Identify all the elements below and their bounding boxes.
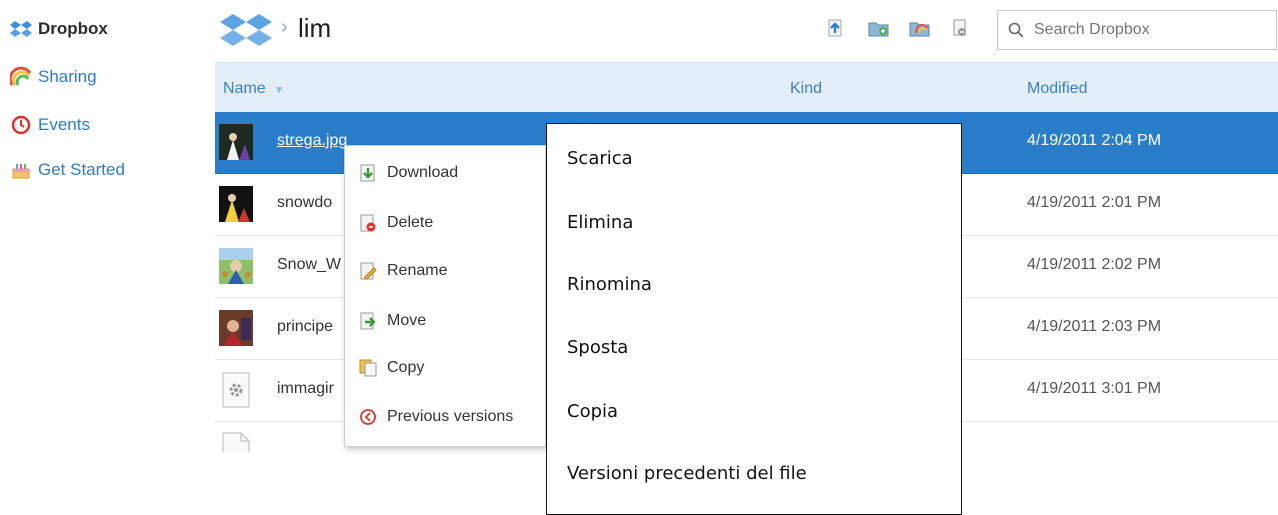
cake-icon: [10, 159, 32, 181]
menu-item-rename[interactable]: Rename: [359, 262, 447, 280]
download-icon: [359, 164, 377, 182]
menu-item-copy[interactable]: Copy: [359, 359, 424, 377]
dropbox-icon: [10, 18, 32, 40]
column-header-kind[interactable]: Kind: [790, 80, 822, 98]
annotation-line: Copia: [567, 401, 619, 422]
column-header-modified[interactable]: Modified: [1027, 80, 1087, 98]
table-header: Name ▼ Kind Modified: [215, 62, 1278, 118]
history-icon: [359, 408, 377, 426]
new-folder-icon[interactable]: [868, 18, 889, 38]
menu-item-move[interactable]: Move: [359, 312, 426, 330]
settings-file-icon: [219, 372, 253, 408]
sidebar-item-sharing[interactable]: Sharing: [8, 66, 97, 88]
menu-item-label: Delete: [387, 214, 434, 231]
file-modified: 4/19/2011 3:01 PM: [1027, 380, 1162, 397]
sidebar-item-get-started[interactable]: Get Started: [10, 159, 125, 181]
delete-icon: [359, 214, 377, 232]
file-name[interactable]: immagir: [277, 380, 334, 398]
menu-item-label: Copy: [387, 359, 425, 376]
file-table: Name ▼ Kind Modified strega.jpg 4/19/201…: [215, 62, 1278, 452]
annotation-line: Rinomina: [567, 274, 652, 295]
context-menu: Download Delete Rename Move Copy Previou…: [344, 145, 546, 447]
header: › lim: [215, 0, 1278, 62]
sidebar-item-dropbox[interactable]: Dropbox: [10, 18, 108, 40]
sidebar-item-label: Dropbox: [38, 19, 108, 38]
file-modified: 4/19/2011 2:04 PM: [1027, 132, 1162, 149]
menu-item-label: Move: [387, 312, 427, 329]
menu-item-label: Rename: [387, 262, 448, 279]
sidebar-item-label: Events: [38, 115, 90, 134]
file-modified: 4/19/2011 2:03 PM: [1027, 318, 1162, 335]
file-name[interactable]: principe: [277, 318, 333, 336]
annotation-line: Scarica: [567, 148, 633, 169]
search-input[interactable]: [1032, 20, 1256, 40]
menu-item-delete[interactable]: Delete: [359, 214, 433, 232]
image-thumbnail: [219, 186, 253, 222]
deleted-files-icon[interactable]: [950, 18, 970, 38]
annotation-line: Sposta: [567, 337, 629, 358]
menu-item-label: Download: [387, 164, 459, 181]
rename-icon: [359, 262, 377, 280]
image-thumbnail: [219, 310, 253, 346]
sidebar: Dropbox Sharing Events Get Started: [0, 0, 200, 515]
file-modified: 4/19/2011 2:01 PM: [1027, 194, 1162, 211]
breadcrumb-separator: ›: [281, 16, 288, 38]
rainbow-icon: [8, 66, 32, 88]
annotation-line: Versioni precedenti del file: [567, 463, 807, 484]
image-thumbnail: [219, 124, 253, 160]
file-name[interactable]: snowdo: [277, 194, 332, 212]
sidebar-item-label: Get Started: [38, 160, 125, 179]
file-name[interactable]: Snow_W: [277, 256, 341, 274]
translation-annotation-box: Scarica Elimina Rinomina Sposta Copia Ve…: [546, 123, 962, 515]
clock-icon: [10, 114, 32, 136]
file-name[interactable]: strega.jpg: [277, 132, 347, 150]
menu-item-download[interactable]: Download: [359, 164, 458, 182]
column-header-name[interactable]: Name ▼: [223, 80, 284, 98]
copy-icon: [359, 359, 377, 377]
upload-icon[interactable]: [825, 18, 845, 38]
sort-arrow-icon: ▼: [274, 85, 285, 96]
sidebar-item-events[interactable]: Events: [10, 114, 90, 136]
menu-item-previous-versions[interactable]: Previous versions: [359, 408, 513, 426]
file-modified: 4/19/2011 2:02 PM: [1027, 256, 1162, 273]
share-folder-icon[interactable]: [909, 18, 930, 38]
move-icon: [359, 312, 377, 330]
annotation-line: Elimina: [567, 212, 634, 233]
search-icon: [1008, 22, 1024, 38]
search-box[interactable]: [997, 10, 1277, 50]
image-thumbnail: [219, 248, 253, 284]
folder-title: lim: [298, 13, 332, 43]
document-file-icon: [219, 432, 253, 452]
dropbox-logo-icon[interactable]: [220, 12, 272, 48]
menu-item-label: Previous versions: [387, 408, 514, 425]
sidebar-item-label: Sharing: [38, 67, 97, 86]
